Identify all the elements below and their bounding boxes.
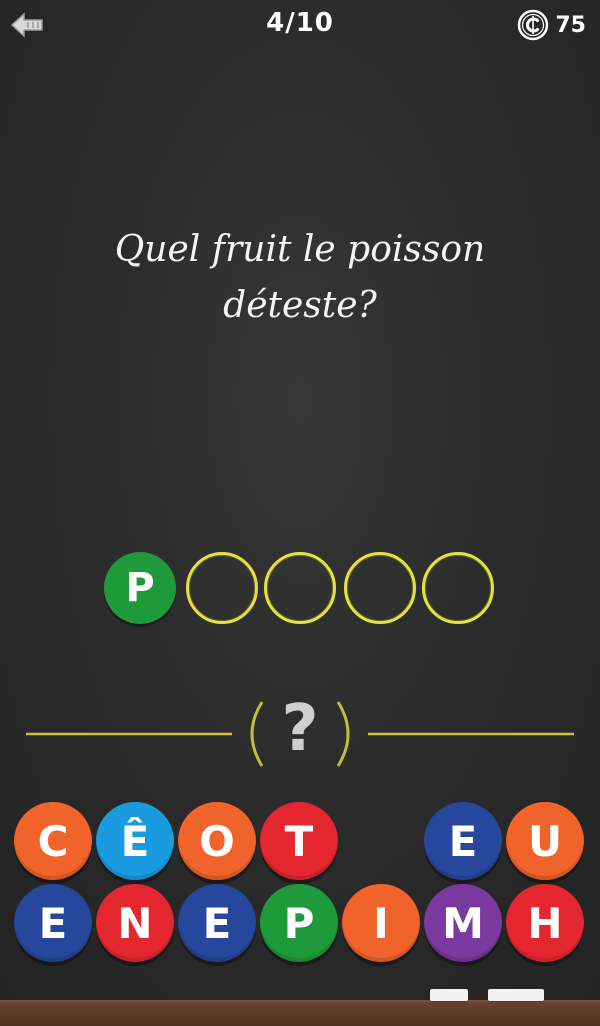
- coin-icon: [518, 9, 549, 41]
- letter-tile[interactable]: M: [424, 884, 502, 962]
- question-text: Quel fruit le poisson déteste?: [60, 222, 540, 334]
- letter-tile[interactable]: P: [260, 884, 338, 962]
- chalk-piece: [488, 989, 544, 1001]
- answer-slot-1[interactable]: P: [104, 552, 176, 624]
- letter-tile[interactable]: O: [178, 802, 256, 880]
- letter-tile[interactable]: E: [14, 884, 92, 962]
- letter-tile[interactable]: E: [424, 802, 502, 880]
- answer-slot-4[interactable]: [344, 552, 416, 624]
- coin-count: 75: [555, 12, 586, 38]
- answer-slot-5[interactable]: [422, 552, 494, 624]
- hint-label: ?: [281, 692, 319, 766]
- letter-tile[interactable]: I: [342, 884, 420, 962]
- letter-tile[interactable]: E: [178, 884, 256, 962]
- hint-button[interactable]: ?: [240, 692, 360, 772]
- letter-tile[interactable]: C: [14, 802, 92, 880]
- question-line-1: Quel fruit le poisson: [114, 229, 486, 270]
- letter-tile[interactable]: T: [260, 802, 338, 880]
- letter-tile[interactable]: N: [96, 884, 174, 962]
- letter-tile[interactable]: Ê: [96, 802, 174, 880]
- chalk-piece: [430, 989, 468, 1001]
- letter-tile[interactable]: U: [506, 802, 584, 880]
- answer-slot-2[interactable]: [186, 552, 258, 624]
- answer-slot-3[interactable]: [264, 552, 336, 624]
- coin-counter[interactable]: 75: [517, 8, 586, 42]
- chalk-tray: [0, 1000, 600, 1026]
- letter-tile[interactable]: H: [506, 884, 584, 962]
- level-progress: 4/10: [266, 8, 334, 38]
- question-line-2: déteste?: [223, 285, 377, 326]
